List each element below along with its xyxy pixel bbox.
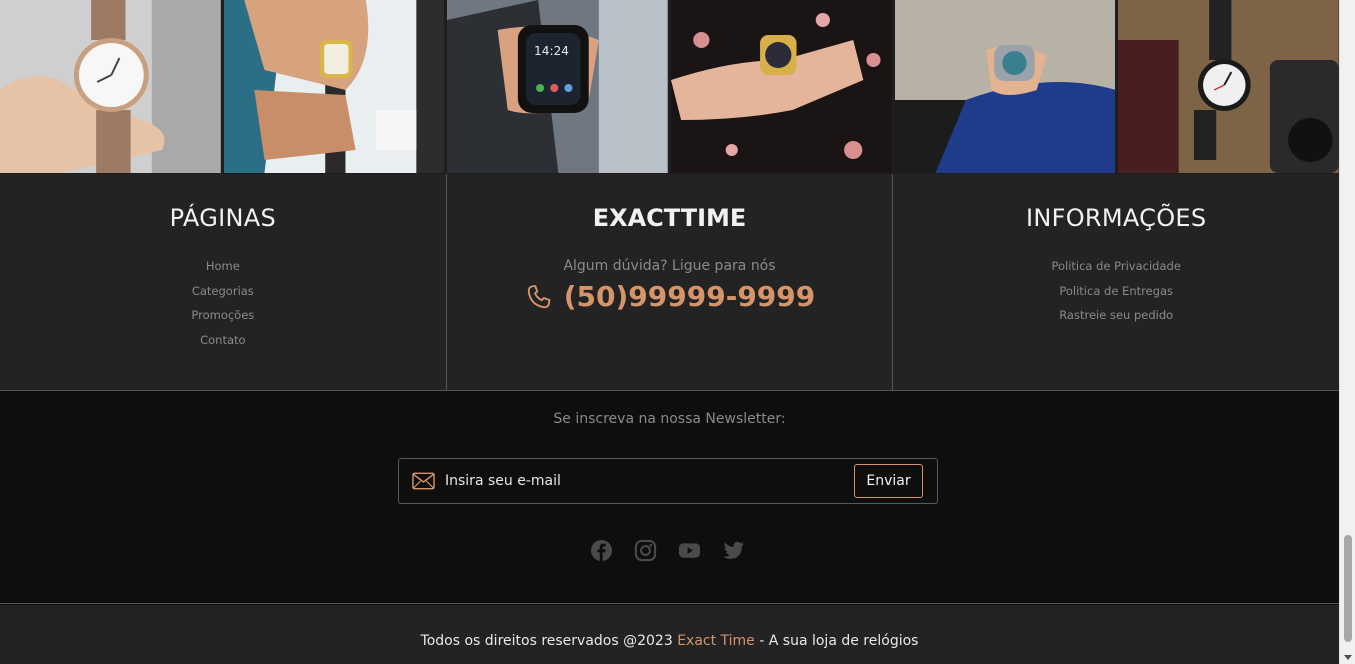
facebook-icon[interactable]: [590, 539, 613, 562]
youtube-icon[interactable]: [678, 539, 701, 562]
link-entregas-anchor[interactable]: Politica de Entregas: [1059, 284, 1173, 298]
scroll-down-arrow-icon[interactable]: [1344, 655, 1352, 660]
watch-blue-suit-image: [894, 0, 1116, 173]
photo-gallery: 14:24: [0, 0, 1340, 174]
twitter-icon[interactable]: [722, 539, 745, 562]
link-rastreio-anchor[interactable]: Rastreie seu pedido: [1059, 308, 1173, 322]
social-links: [590, 539, 745, 562]
scrollbar[interactable]: [1339, 0, 1355, 664]
youtube-glyph: [678, 543, 701, 558]
link-contato-anchor[interactable]: Contato: [200, 333, 245, 347]
watch-hand-image: [0, 0, 221, 173]
watch-suit-image: [223, 0, 445, 173]
pages-title: PÁGINAS: [169, 204, 276, 232]
facebook-glyph: [590, 539, 613, 562]
photo-watch-blue-suit[interactable]: [894, 0, 1116, 173]
link-entregas: Politica de Entregas: [893, 279, 1339, 304]
link-categorias-anchor[interactable]: Categorias: [192, 284, 254, 298]
link-home-anchor[interactable]: Home: [206, 259, 240, 273]
twitter-glyph: [722, 541, 745, 559]
mail-icon: [412, 472, 435, 490]
instagram-glyph: [634, 539, 657, 562]
newsletter-form: Enviar: [398, 458, 938, 504]
contact-prompt: Algum dúvida? Ligue para nós: [563, 258, 776, 274]
copyright-bar: Todos os direitos reservados @2023 Exact…: [0, 605, 1339, 664]
link-privacidade: Politica de Privacidade: [893, 254, 1339, 279]
link-contato: Contato: [0, 328, 446, 353]
newsletter-label: Se inscreva na nossa Newsletter:: [553, 411, 786, 427]
copyright-prefix: Todos os direitos reservados @2023: [420, 633, 678, 649]
photo-watch-hand[interactable]: [0, 0, 221, 173]
link-categorias: Categorias: [0, 279, 446, 304]
photo-watch-camera[interactable]: [1118, 0, 1340, 173]
pages-links: Home Categorias Promoções Contato: [0, 254, 446, 352]
link-promocoes-anchor[interactable]: Promoções: [191, 308, 254, 322]
info-title: INFORMAÇÕES: [1025, 204, 1207, 232]
brand-title: EXACTTIME: [592, 204, 747, 232]
copyright-text: Todos os direitos reservados @2023 Exact…: [0, 633, 1339, 649]
watch-camera-image: [1118, 0, 1340, 173]
newsletter-section: Se inscreva na nossa Newsletter: Enviar: [0, 391, 1339, 604]
email-input[interactable]: [445, 473, 825, 489]
photo-watch-suit[interactable]: [223, 0, 445, 173]
instagram-icon[interactable]: [634, 539, 657, 562]
link-privacidade-anchor[interactable]: Politica de Privacidade: [1051, 259, 1180, 273]
photo-smartwatch[interactable]: 14:24: [447, 0, 669, 173]
brand-column: EXACTTIME Algum dúvida? Ligue para nós (…: [445, 174, 893, 390]
copyright-suffix: - A sua loja de relógios: [754, 633, 919, 649]
info-column: INFORMAÇÕES Politica de Privacidade Poli…: [892, 174, 1339, 390]
watch-floral-image: [671, 0, 892, 173]
footer-columns: PÁGINAS Home Categorias Promoções Contat…: [0, 174, 1339, 391]
copyright-brand[interactable]: Exact Time: [677, 633, 755, 649]
smartwatch-image: 14:24: [447, 0, 669, 173]
link-rastreio: Rastreie seu pedido: [893, 303, 1339, 328]
phone-icon: [527, 284, 551, 308]
svg-text:14:24: 14:24: [534, 44, 569, 58]
phone-number-text: (50)99999-9999: [563, 280, 816, 313]
link-promocoes: Promoções: [0, 303, 446, 328]
phone-number[interactable]: (50)99999-9999: [524, 280, 816, 313]
link-home: Home: [0, 254, 446, 279]
scrollbar-thumb[interactable]: [1344, 535, 1352, 642]
photo-watch-floral[interactable]: [671, 0, 892, 173]
pages-column: PÁGINAS Home Categorias Promoções Contat…: [0, 174, 446, 390]
submit-button[interactable]: Enviar: [854, 464, 923, 498]
info-links: Politica de Privacidade Politica de Entr…: [893, 254, 1339, 328]
